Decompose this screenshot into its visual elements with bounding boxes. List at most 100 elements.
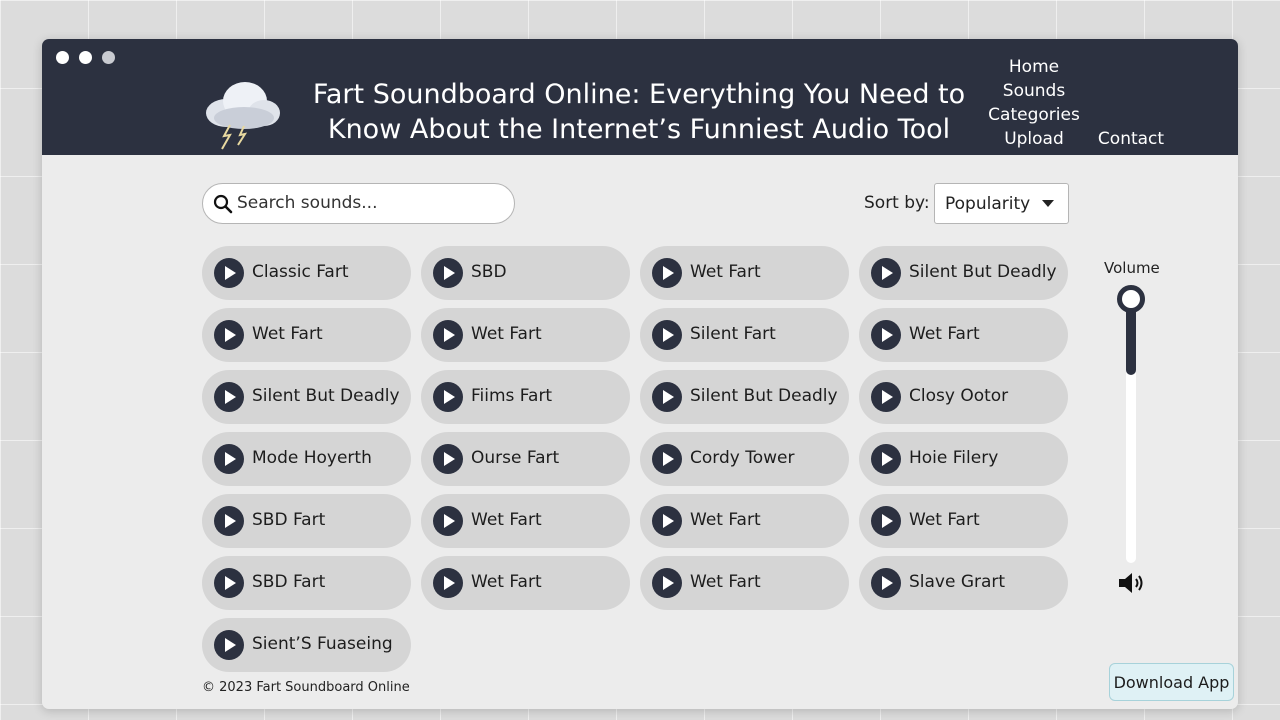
- sound-button[interactable]: Closy Ootor: [859, 370, 1068, 424]
- window-minimize-dot[interactable]: [79, 51, 92, 64]
- play-icon[interactable]: [433, 444, 463, 474]
- sound-button[interactable]: Wet Fart: [640, 246, 849, 300]
- sound-button[interactable]: Wet Fart: [421, 308, 630, 362]
- play-icon[interactable]: [433, 320, 463, 350]
- volume-slider-track[interactable]: [1126, 295, 1136, 563]
- header-bar: Fart Soundboard Online: Everything You N…: [42, 39, 1238, 155]
- window-controls: [56, 51, 115, 64]
- play-icon[interactable]: [214, 382, 244, 412]
- sound-button[interactable]: Wet Fart: [859, 308, 1068, 362]
- sound-button[interactable]: Hoie Filery: [859, 432, 1068, 486]
- sound-button[interactable]: Wet Fart: [421, 494, 630, 548]
- nav-sounds[interactable]: Sounds: [984, 81, 1084, 101]
- play-icon[interactable]: [214, 320, 244, 350]
- sound-button[interactable]: Wet Fart: [202, 308, 411, 362]
- nav-upload[interactable]: Upload: [984, 129, 1084, 149]
- sound-button[interactable]: Slave Grart: [859, 556, 1068, 610]
- play-icon[interactable]: [433, 506, 463, 536]
- sound-button[interactable]: Silent But Deadly: [640, 370, 849, 424]
- sound-label: Wet Fart: [909, 510, 980, 530]
- sort-label: Sort by:: [864, 193, 930, 213]
- sort-selected-value: Popularity: [945, 194, 1031, 214]
- sound-button[interactable]: Wet Fart: [640, 494, 849, 548]
- sound-label: Closy Ootor: [909, 386, 1009, 406]
- sound-button[interactable]: SBD Fart: [202, 494, 411, 548]
- sound-button[interactable]: Silent But Deadly: [859, 246, 1068, 300]
- footer-copyright: © 2023 Fart Soundboard Online: [202, 680, 410, 695]
- sound-label: SBD: [471, 262, 507, 282]
- play-icon[interactable]: [214, 506, 244, 536]
- window-close-dot[interactable]: [56, 51, 69, 64]
- sound-label: Ourse Fart: [471, 448, 560, 468]
- sound-label: Wet Fart: [690, 262, 761, 282]
- window-maximize-dot[interactable]: [102, 51, 115, 64]
- sound-label: Wet Fart: [909, 324, 980, 344]
- play-icon[interactable]: [871, 506, 901, 536]
- play-icon[interactable]: [214, 568, 244, 598]
- volume-label: Volume: [1104, 259, 1160, 277]
- sound-label: Silent But Deadly: [252, 386, 400, 406]
- sound-label: Wet Fart: [690, 572, 761, 592]
- play-icon[interactable]: [433, 382, 463, 412]
- play-icon[interactable]: [652, 444, 682, 474]
- sound-button[interactable]: Cordy Tower: [640, 432, 849, 486]
- sound-label: Wet Fart: [471, 324, 542, 344]
- play-icon[interactable]: [871, 568, 901, 598]
- sound-label: Wet Fart: [471, 510, 542, 530]
- sound-button[interactable]: Silent Fart: [640, 308, 849, 362]
- sound-label: SBD Fart: [252, 572, 326, 592]
- play-icon[interactable]: [652, 382, 682, 412]
- play-icon[interactable]: [652, 258, 682, 288]
- sound-label: Silent But Deadly: [909, 262, 1057, 282]
- sound-button[interactable]: Wet Fart: [640, 556, 849, 610]
- play-icon[interactable]: [871, 444, 901, 474]
- sound-label: Wet Fart: [471, 572, 542, 592]
- app-window: Fart Soundboard Online: Everything You N…: [42, 39, 1238, 709]
- play-icon[interactable]: [433, 568, 463, 598]
- chevron-down-icon: [1042, 200, 1054, 207]
- page-title: Fart Soundboard Online: Everything You N…: [312, 79, 966, 145]
- search-icon: [213, 194, 233, 214]
- sort-dropdown[interactable]: Popularity: [934, 183, 1069, 224]
- play-icon[interactable]: [433, 258, 463, 288]
- sound-label: Cordy Tower: [690, 448, 795, 468]
- download-app-button[interactable]: Download App: [1109, 663, 1234, 701]
- nav-contact[interactable]: Contact: [1091, 129, 1171, 149]
- sound-button[interactable]: Silent But Deadly: [202, 370, 411, 424]
- sound-label: Silent Fart: [690, 324, 776, 344]
- sound-label: Sient’S Fuaseing: [252, 634, 393, 654]
- sound-label: Wet Fart: [690, 510, 761, 530]
- sound-button[interactable]: Fiims Fart: [421, 370, 630, 424]
- speaker-icon[interactable]: [1117, 571, 1147, 595]
- play-icon[interactable]: [214, 444, 244, 474]
- search-box: [202, 183, 515, 224]
- sound-button[interactable]: Classic Fart: [202, 246, 411, 300]
- sound-label: Fiims Fart: [471, 386, 553, 406]
- nav-home[interactable]: Home: [984, 57, 1084, 77]
- sound-button[interactable]: SBD Fart: [202, 556, 411, 610]
- play-icon[interactable]: [871, 320, 901, 350]
- sound-button[interactable]: SBD: [421, 246, 630, 300]
- search-input[interactable]: [237, 184, 507, 222]
- sound-button[interactable]: Mode Hoyerth: [202, 432, 411, 486]
- nav-categories[interactable]: Categories: [984, 105, 1084, 125]
- play-icon[interactable]: [871, 382, 901, 412]
- play-icon[interactable]: [652, 506, 682, 536]
- sound-button[interactable]: Wet Fart: [859, 494, 1068, 548]
- play-icon[interactable]: [652, 568, 682, 598]
- play-icon[interactable]: [652, 320, 682, 350]
- sound-button[interactable]: Sient’S Fuaseing: [202, 618, 411, 672]
- sound-label: Silent But Deadly: [690, 386, 838, 406]
- sound-button[interactable]: Ourse Fart: [421, 432, 630, 486]
- volume-slider-handle[interactable]: [1117, 285, 1145, 313]
- sound-label: Mode Hoyerth: [252, 448, 372, 468]
- sound-label: Wet Fart: [252, 324, 323, 344]
- play-icon[interactable]: [214, 258, 244, 288]
- sound-button[interactable]: Wet Fart: [421, 556, 630, 610]
- sound-label: Classic Fart: [252, 262, 349, 282]
- storm-cloud-icon: [206, 82, 280, 150]
- play-icon[interactable]: [214, 630, 244, 660]
- play-icon[interactable]: [871, 258, 901, 288]
- sound-label: Hoie Filery: [909, 448, 999, 468]
- sound-label: SBD Fart: [252, 510, 326, 530]
